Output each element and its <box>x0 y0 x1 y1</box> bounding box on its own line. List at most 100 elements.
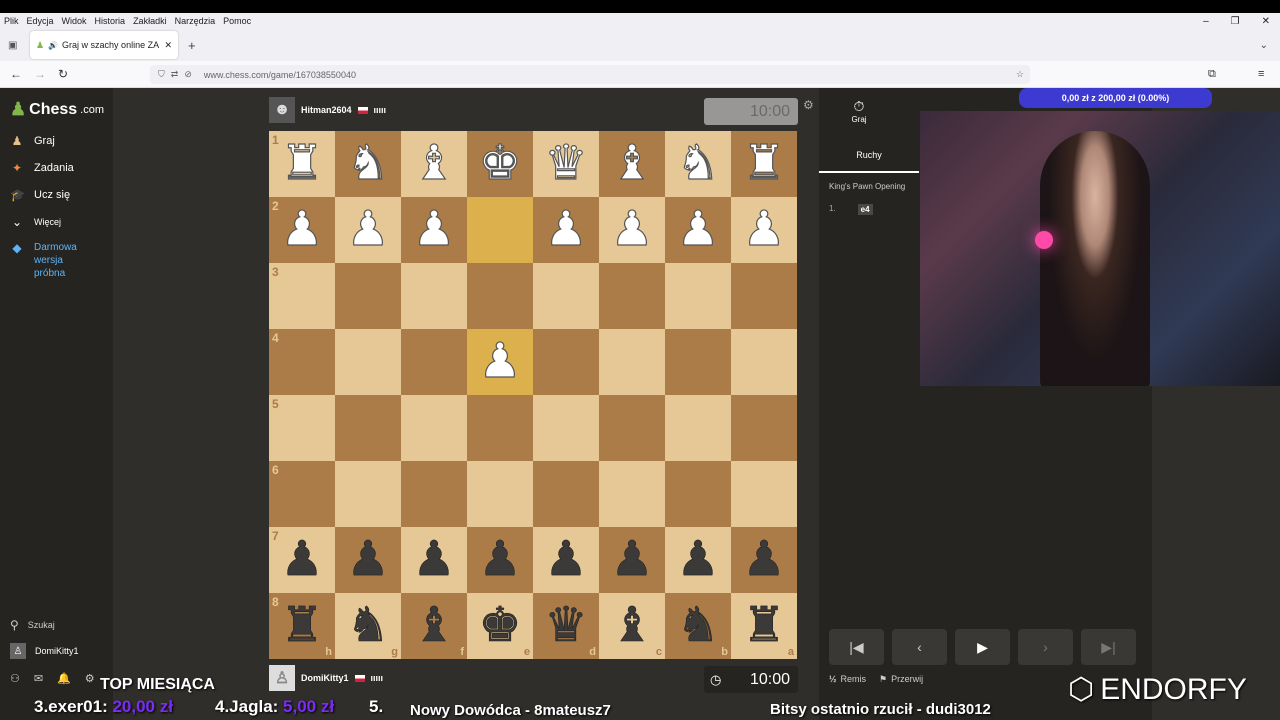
board-square[interactable]: ♟ <box>401 197 467 263</box>
black-pawn-icon[interactable]: ♟ <box>412 535 456 584</box>
abort-button[interactable]: ⚑ Przerwij <box>879 674 923 685</box>
sidebar-item-more[interactable]: ⌄ Więcej <box>10 215 61 229</box>
board-square[interactable] <box>401 263 467 329</box>
board-square[interactable] <box>533 263 599 329</box>
board-square[interactable] <box>599 395 665 461</box>
board-square[interactable]: c ♝ <box>599 593 665 659</box>
board-square[interactable]: ♟ <box>335 197 401 263</box>
top-player-name[interactable]: Hitman2604 <box>301 105 352 115</box>
white-pawn-icon[interactable]: ♟ <box>280 205 324 254</box>
sidebar-item-learn[interactable]: 🎓 Ucz się <box>10 188 70 202</box>
friends-icon[interactable]: ⚇ <box>10 672 20 685</box>
black-bishop-icon[interactable]: ♝ <box>412 601 456 650</box>
white-pawn-icon[interactable]: ♟ <box>478 337 522 386</box>
window-close-icon[interactable]: ✕ <box>1262 16 1270 27</box>
board-square[interactable] <box>467 197 533 263</box>
board-square[interactable] <box>533 461 599 527</box>
board-square[interactable]: 4 <box>269 329 335 395</box>
white-pawn-icon[interactable]: ♟ <box>412 205 456 254</box>
black-pawn-icon[interactable]: ♟ <box>610 535 654 584</box>
black-pawn-icon[interactable]: ♟ <box>280 535 324 584</box>
back-icon[interactable]: ← <box>10 67 22 81</box>
board-square[interactable] <box>731 395 797 461</box>
menu-item-tools[interactable]: Narzędzia <box>175 16 216 26</box>
black-pawn-icon[interactable]: ♟ <box>346 535 390 584</box>
board-square[interactable]: 6 <box>269 461 335 527</box>
sidebar-item-play[interactable]: ♟ Graj <box>10 134 55 148</box>
board-square[interactable] <box>731 329 797 395</box>
menu-item-file[interactable]: Plik <box>4 16 19 26</box>
menu-item-bookmarks[interactable]: Zakładki <box>133 16 167 26</box>
board-square[interactable]: ♟ <box>467 329 533 395</box>
app-menu-icon[interactable]: ≡ <box>1258 68 1264 80</box>
black-rook-icon[interactable]: ♜ <box>280 601 324 650</box>
white-rook-icon[interactable]: ♜ <box>742 139 786 188</box>
bottom-player-name[interactable]: DomiKitty1 <box>301 673 349 683</box>
board-square[interactable]: ♟ <box>731 197 797 263</box>
board-square[interactable] <box>665 263 731 329</box>
last-move-button[interactable]: ▶| <box>1081 629 1136 665</box>
tab-moves[interactable]: Ruchy <box>819 138 919 173</box>
settings-icon[interactable]: ⚙ <box>85 672 95 685</box>
white-pawn-icon[interactable]: ♟ <box>742 205 786 254</box>
board-square[interactable]: ♛ <box>533 131 599 197</box>
board-square[interactable] <box>467 263 533 329</box>
white-queen-icon[interactable]: ♛ <box>544 139 588 188</box>
minimize-icon[interactable]: – <box>1203 16 1209 27</box>
black-king-icon[interactable]: ♚ <box>478 601 522 650</box>
browser-tab[interactable]: ♟ 🔊 Graj w szachy online ZA DARMO ✕ <box>30 31 178 59</box>
board-square[interactable]: ♟ <box>731 527 797 593</box>
board-square[interactable]: 8 h ♜ <box>269 593 335 659</box>
board-square[interactable]: f ♝ <box>401 593 467 659</box>
tab-play[interactable]: ⏱ Graj <box>819 98 899 124</box>
board-square[interactable]: 2 ♟ <box>269 197 335 263</box>
board-square[interactable] <box>599 461 665 527</box>
board-square[interactable]: ♟ <box>467 527 533 593</box>
white-bishop-icon[interactable]: ♝ <box>412 139 456 188</box>
board-square[interactable] <box>731 461 797 527</box>
white-pawn-icon[interactable]: ♟ <box>610 205 654 254</box>
board-square[interactable]: ♟ <box>401 527 467 593</box>
board-square[interactable]: ♜ <box>731 131 797 197</box>
avatar[interactable]: ♙ <box>269 665 295 691</box>
black-queen-icon[interactable]: ♛ <box>544 601 588 650</box>
menu-item-edit[interactable]: Edycja <box>27 16 54 26</box>
board-square[interactable]: ♟ <box>599 197 665 263</box>
forward-icon[interactable]: → <box>34 67 46 81</box>
play-moves-button[interactable]: ▶ <box>955 629 1010 665</box>
bookmark-star-icon[interactable]: ☆ <box>1016 69 1024 80</box>
chess-logo[interactable]: ♟ Chess .com <box>10 99 104 120</box>
next-move-button[interactable]: › <box>1018 629 1073 665</box>
board-square[interactable]: a ♜ <box>731 593 797 659</box>
extensions-icon[interactable]: ⧉ <box>1208 68 1216 81</box>
board-square[interactable] <box>335 395 401 461</box>
white-king-icon[interactable]: ♚ <box>478 139 522 188</box>
board-square[interactable]: e ♚ <box>467 593 533 659</box>
board-square[interactable] <box>401 395 467 461</box>
lock-icon[interactable]: ⊘ <box>184 69 192 80</box>
board-square[interactable]: 3 <box>269 263 335 329</box>
board-settings-icon[interactable]: ⚙ <box>803 98 814 112</box>
board-square[interactable] <box>599 263 665 329</box>
black-rook-icon[interactable]: ♜ <box>742 601 786 650</box>
board-square[interactable]: ♚ <box>467 131 533 197</box>
menu-item-view[interactable]: Widok <box>62 16 87 26</box>
board-square[interactable] <box>335 329 401 395</box>
white-knight-icon[interactable]: ♞ <box>676 139 720 188</box>
sidebar-search[interactable]: ⚲ Szukaj <box>10 618 55 632</box>
tab-close-icon[interactable]: ✕ <box>164 40 172 51</box>
white-pawn-icon[interactable]: ♟ <box>346 205 390 254</box>
white-knight-icon[interactable]: ♞ <box>346 139 390 188</box>
board-square[interactable] <box>665 461 731 527</box>
white-pawn-icon[interactable]: ♟ <box>676 205 720 254</box>
board-square[interactable] <box>335 461 401 527</box>
url-bar[interactable]: ⛉ ⇄ ⊘ www.chess.com/game/167038550040 ☆ <box>150 65 1030 84</box>
chess-board[interactable]: 1 ♜ ♞ ♝ ♚ ♛ ♝ ♞ ♜ 2 ♟ ♟ ♟ ♟ ♟ ♟ ♟ 3 4 ♟ 5 6 7 ♟ ♟ ♟ ♟ ♟ ♟ ♟ ♟ 8 h ♜ g ♞ f ♝ e ♚… <box>269 131 797 659</box>
draw-button[interactable]: ½ Remis <box>829 674 866 684</box>
mail-icon[interactable]: ✉ <box>34 672 43 685</box>
black-knight-icon[interactable]: ♞ <box>676 601 720 650</box>
board-square[interactable]: d ♛ <box>533 593 599 659</box>
shield-icon[interactable]: ⛉ <box>158 69 165 80</box>
board-square[interactable] <box>665 395 731 461</box>
speaker-icon[interactable]: 🔊 <box>48 41 58 50</box>
